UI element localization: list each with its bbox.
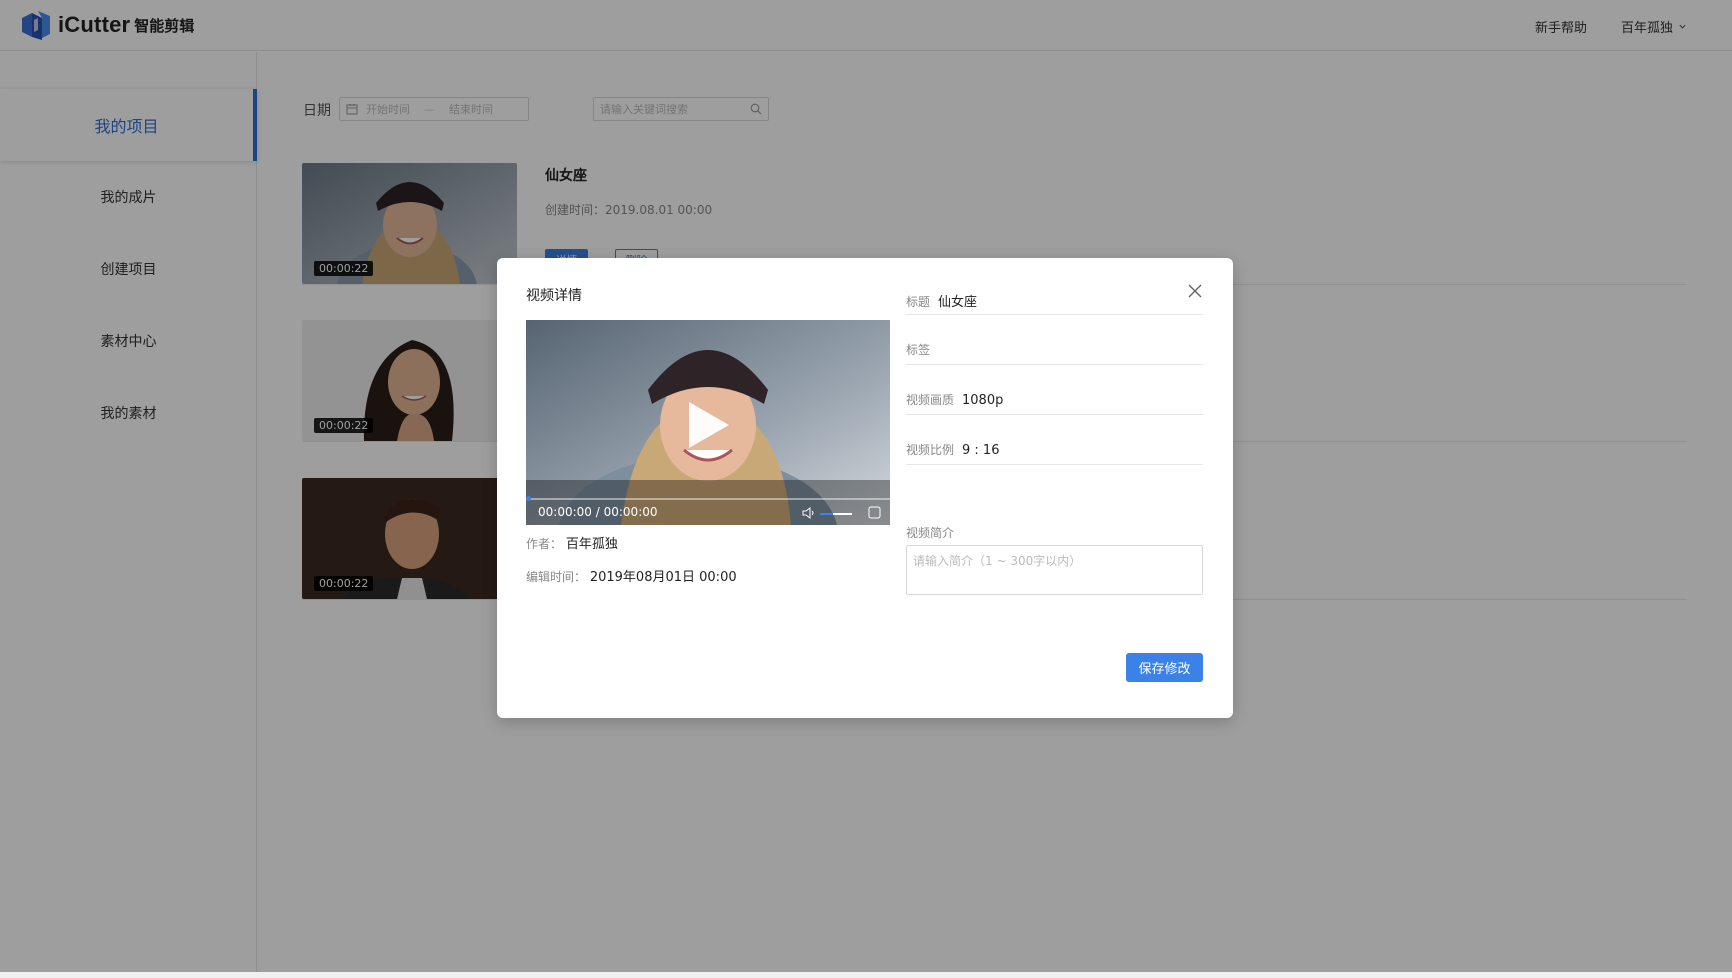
title-label: 标题 <box>906 295 931 309</box>
tags-label: 标签 <box>906 343 931 357</box>
total-time: 00:00:00 <box>603 505 658 519</box>
author-value: 百年孤独 <box>565 537 618 552</box>
time-separator: / <box>595 505 600 519</box>
volume-icon[interactable] <box>802 507 816 519</box>
tags-field[interactable]: 标签 <box>906 341 1203 365</box>
save-button[interactable]: 保存修改 <box>1126 653 1203 682</box>
quality-value: 1080p <box>962 393 1004 408</box>
volume-slider-fill <box>820 513 833 515</box>
edit-time-row: 编辑时间： 2019年08月01日 00:00 <box>526 566 737 585</box>
quality-label: 视频画质 <box>906 393 955 407</box>
progress-track[interactable] <box>526 498 890 500</box>
time-display: 00:00:00 / 00:00:00 <box>538 505 658 519</box>
ratio-field[interactable]: 视频比例 9 : 16 <box>906 441 1203 465</box>
quality-field[interactable]: 视频画质 1080p <box>906 391 1203 415</box>
footer-strip <box>0 972 1732 978</box>
author-label: 作者： <box>526 537 563 551</box>
ratio-value: 9 : 16 <box>962 443 1000 458</box>
edit-time-value: 2019年08月01日 00:00 <box>589 570 737 585</box>
edit-time-label: 编辑时间： <box>526 570 587 584</box>
play-icon[interactable] <box>687 400 731 450</box>
title-field[interactable]: 标题 仙女座 <box>906 291 1203 315</box>
current-time: 00:00:00 <box>538 505 592 519</box>
intro-label: 视频简介 <box>906 526 955 540</box>
intro-textarea[interactable] <box>906 545 1203 595</box>
progress-handle[interactable] <box>526 496 531 501</box>
author-row: 作者： 百年孤独 <box>526 533 618 552</box>
video-detail-modal: 视频详情 00:00:00 / 00:00:00 作者： 百年孤独 编辑时间： … <box>497 258 1233 718</box>
fullscreen-icon[interactable] <box>868 506 881 519</box>
video-player[interactable]: 00:00:00 / 00:00:00 <box>526 320 890 525</box>
title-value: 仙女座 <box>938 295 978 310</box>
modal-title: 视频详情 <box>526 288 582 304</box>
ratio-label: 视频比例 <box>906 443 955 457</box>
